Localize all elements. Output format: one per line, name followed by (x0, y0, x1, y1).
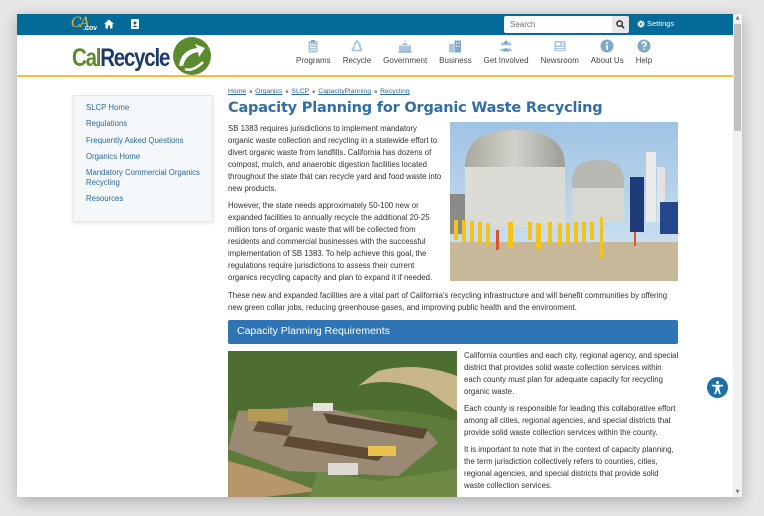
nav-label: Get Involved (483, 56, 529, 65)
nav-label: Business (439, 56, 472, 65)
utility-bar: CA .GOV Search Settings (17, 14, 733, 35)
sidebar-item-organics-home[interactable]: Organics Home (86, 152, 200, 162)
accessibility-icon (711, 380, 724, 395)
sidebar-item-resources[interactable]: Resources (86, 194, 200, 204)
breadcrumb-separator: ■ (249, 89, 253, 95)
capitol-icon (398, 40, 412, 53)
nav-recycle[interactable]: Recycle (337, 39, 377, 65)
nav-label: About Us (590, 56, 624, 65)
sidebar-item-faq[interactable]: Frequently Asked Questions (86, 136, 200, 146)
home-icon[interactable] (103, 18, 115, 30)
nav-government[interactable]: Government (377, 39, 433, 65)
intro-paragraph: SB 1383 requires jurisdictions to implem… (228, 124, 442, 193)
header-branding: CalRecycle Programs Recycle Government B… (17, 35, 733, 77)
clipboard-icon (308, 40, 318, 53)
requirement-paragraph: California counties and each city, regio… (464, 351, 679, 396)
settings-label: Settings (647, 19, 675, 28)
requirement-paragraph: Each county is responsible for leading t… (464, 404, 676, 437)
main-nav: Programs Recycle Government Business Get… (290, 39, 658, 65)
main-content: Home ■ Organics ■ SLCP ■ CapacityPlanning ■ Recy… (228, 88, 679, 497)
nav-label: Help (635, 56, 653, 65)
page-title: Capacity Planning for Organic Waste Recy… (228, 100, 603, 116)
nav-newsroom[interactable]: Newsroom (535, 39, 585, 65)
nav-business[interactable]: Business (433, 39, 477, 65)
nav-about-us[interactable]: About Us (585, 39, 630, 65)
intro-paragraph: However, the state needs approximately 5… (228, 201, 433, 282)
search-input[interactable] (504, 16, 612, 33)
nav-get-involved[interactable]: Get Involved (478, 39, 535, 65)
section-heading-capacity-planning-requirements: Capacity Planning Requirements (228, 320, 678, 344)
breadcrumb-capacity-planning[interactable]: CapacityPlanning (318, 88, 371, 95)
breadcrumb-separator: ■ (312, 89, 316, 95)
nav-label: Programs (296, 56, 331, 65)
vertical-scrollbar[interactable]: ▲ ▼ (733, 14, 742, 497)
info-icon (600, 39, 614, 53)
calrecycle-logo[interactable]: CalRecycle (72, 44, 170, 73)
people-icon (499, 40, 513, 52)
search-icon (616, 20, 625, 29)
question-icon (637, 39, 651, 53)
breadcrumb-separator: ■ (285, 89, 289, 95)
nav-programs[interactable]: Programs (290, 39, 337, 65)
requirements-text: California counties and each city, regio… (464, 350, 679, 497)
scroll-down-arrow-icon[interactable]: ▼ (733, 488, 742, 497)
intro-text: SB 1383 requires jurisdictions to implem… (228, 123, 443, 289)
requirement-paragraph: It is important to note that in the cont… (464, 445, 674, 490)
nav-help[interactable]: Help (630, 39, 658, 65)
nav-label: Government (383, 56, 428, 65)
sidebar-nav: SLCP Home Regulations Frequently Asked Q… (73, 95, 213, 222)
breadcrumb-separator: ■ (374, 89, 378, 95)
buildings-icon (449, 40, 462, 53)
digester-facility-photo (450, 122, 678, 281)
nav-label: Recycle (342, 56, 372, 65)
breadcrumb-slcp[interactable]: SLCP (291, 88, 309, 95)
recycle-icon (351, 40, 363, 52)
logo-recycle: Recycle (100, 44, 170, 72)
scrollbar-thumb[interactable] (734, 24, 741, 131)
page-viewport: CA .GOV Search Settings CalRecycle Progr… (17, 14, 733, 497)
breadcrumb: Home ■ Organics ■ SLCP ■ CapacityPlanning ■ Recy… (228, 88, 679, 98)
gear-icon (637, 19, 645, 28)
breadcrumb-recycling[interactable]: Recycling (380, 88, 409, 95)
gov-logo-text: .GOV (83, 26, 97, 32)
browser-window: CA .GOV Search Settings CalRecycle Progr… (17, 14, 742, 497)
sidebar-item-regulations[interactable]: Regulations (86, 119, 200, 129)
sidebar-item-slcp-home[interactable]: SLCP Home (86, 103, 200, 113)
contact-icon[interactable] (129, 18, 141, 30)
nav-label: Newsroom (540, 56, 579, 65)
newspaper-icon (554, 41, 566, 51)
compost-facility-photo (228, 351, 457, 497)
recycle-arrow-logo-icon[interactable] (171, 36, 213, 76)
accessibility-button[interactable] (707, 377, 728, 398)
breadcrumb-organics[interactable]: Organics (255, 88, 282, 95)
sidebar-item-mandatory-commercial-organics[interactable]: Mandatory Commercial Organics Recycling (86, 168, 200, 188)
logo-cal: Cal (72, 44, 101, 72)
search-button[interactable] (612, 16, 629, 33)
settings-button[interactable]: Settings (637, 19, 674, 28)
benefits-paragraph: These new and expanded facilities are a … (228, 291, 668, 312)
breadcrumb-home[interactable]: Home (228, 88, 246, 95)
scroll-up-arrow-icon[interactable]: ▲ (733, 14, 742, 23)
